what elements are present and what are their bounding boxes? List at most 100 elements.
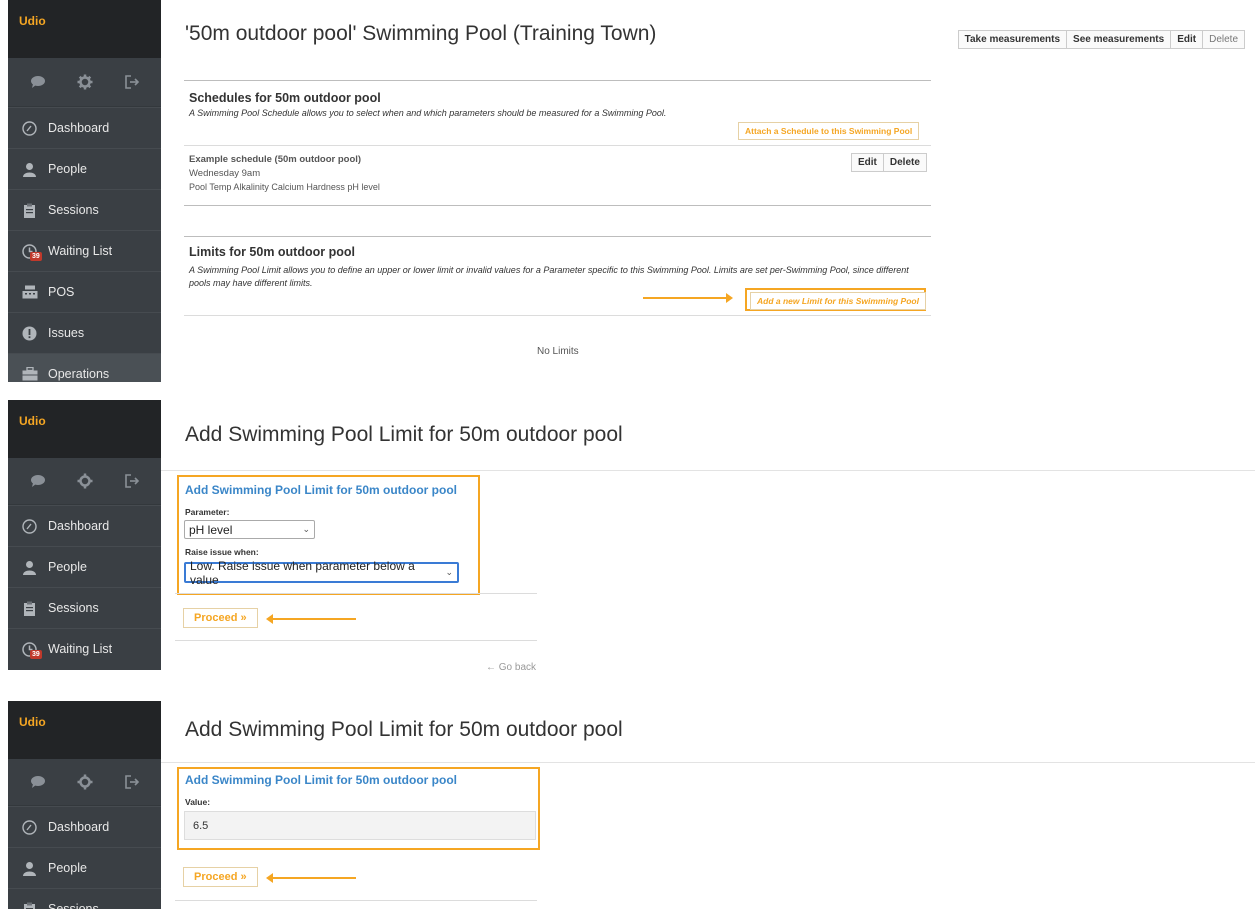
form-title: Add Swimming Pool Limit for 50m outdoor …	[185, 483, 457, 497]
chat-icon[interactable]	[28, 72, 48, 92]
sidebar-item-people[interactable]: People	[8, 546, 161, 587]
waiting-list-badge: 39	[30, 251, 42, 261]
sidebar-item-label: People	[48, 560, 87, 574]
main-content: Add Swimming Pool Limit for 50m outdoor …	[161, 400, 1255, 670]
schedule-params: Pool Temp Alkalinity Calcium Hardness pH…	[189, 182, 380, 192]
proceed-button[interactable]: Proceed »	[183, 867, 258, 887]
divider	[175, 593, 537, 594]
person-icon	[21, 161, 38, 178]
value-label: Value:	[185, 797, 211, 807]
delete-schedule-button[interactable]: Delete	[883, 153, 927, 172]
divider	[184, 205, 931, 206]
waiting-list-badge: 39	[30, 649, 42, 659]
gear-icon[interactable]	[75, 471, 95, 491]
schedule-when: Wednesday 9am	[189, 168, 261, 179]
see-measurements-button[interactable]: See measurements	[1067, 30, 1172, 49]
divider	[184, 80, 931, 81]
pool-actions: Take measurements See measurements Edit …	[957, 30, 1245, 49]
brand-logo[interactable]: Udio	[8, 701, 161, 759]
panel-add-limit-step1: Udio Dashboard People Sessions 39 Waiting…	[0, 400, 1255, 670]
sidebar-item-waiting-list[interactable]: 39 Waiting List	[8, 230, 161, 271]
annotation-arrow	[643, 293, 733, 303]
page-title: '50m outdoor pool' Swimming Pool (Traini…	[185, 22, 657, 45]
sidebar-top-icons	[8, 58, 161, 107]
logout-icon[interactable]	[122, 72, 142, 92]
divider	[175, 640, 537, 641]
sidebar-item-dashboard[interactable]: Dashboard	[8, 806, 161, 847]
logout-icon[interactable]	[122, 471, 142, 491]
attach-schedule-button[interactable]: Attach a Schedule to this Swimming Pool	[738, 122, 920, 140]
raise-issue-selected-value: Low. Raise issue when parameter below a …	[190, 558, 415, 587]
edit-pool-button[interactable]: Edit	[1171, 30, 1204, 49]
brand-text: Udio	[19, 715, 46, 729]
main-content: Add Swimming Pool Limit for 50m outdoor …	[161, 701, 1255, 909]
sidebar-item-operations[interactable]: Operations	[8, 353, 161, 382]
sidebar-item-dashboard[interactable]: Dashboard	[8, 505, 161, 546]
schedule-name[interactable]: Example schedule (50m outdoor pool)	[189, 154, 361, 165]
sidebar: Udio Dashboard People Sessions 39 Waiting…	[8, 0, 161, 382]
sidebar-item-sessions[interactable]: Sessions	[8, 888, 161, 909]
sidebar-item-label: Sessions	[48, 902, 99, 909]
sidebar-item-pos[interactable]: POS	[8, 271, 161, 312]
main-content: '50m outdoor pool' Swimming Pool (Traini…	[161, 0, 1255, 382]
sidebar-item-label: Dashboard	[48, 121, 110, 135]
delete-pool-button[interactable]: Delete	[1203, 30, 1245, 49]
sidebar-top-icons	[8, 458, 161, 505]
divider	[184, 145, 931, 146]
clipboard-icon	[21, 600, 38, 617]
chevron-down-icon: ⌄	[445, 567, 453, 577]
alert-icon	[21, 325, 38, 342]
sidebar-item-issues[interactable]: Issues	[8, 312, 161, 353]
clipboard-icon	[21, 202, 38, 219]
sidebar-item-waiting-list[interactable]: 39 Waiting List	[8, 628, 161, 669]
header-divider	[161, 762, 1255, 763]
parameter-selected-value: pH level	[189, 522, 233, 537]
schedules-description: A Swimming Pool Schedule allows you to s…	[189, 108, 667, 118]
sidebar-item-label: Operations	[48, 367, 110, 381]
sidebar-item-label: Waiting List	[48, 244, 113, 258]
person-icon	[21, 860, 38, 877]
gear-icon[interactable]	[75, 772, 95, 792]
schedule-actions: Edit Delete	[851, 153, 927, 172]
raise-issue-select[interactable]: Low. Raise issue when parameter below a …	[184, 559, 459, 587]
limits-description: A Swimming Pool Limit allows you to defi…	[189, 265, 909, 288]
edit-schedule-button[interactable]: Edit	[851, 153, 884, 172]
annotation-arrow	[266, 614, 356, 624]
parameter-select[interactable]: pH level ⌄	[184, 520, 315, 539]
logout-icon[interactable]	[122, 772, 142, 792]
go-back-link[interactable]: ← Go back	[486, 662, 536, 670]
sidebar-top-icons	[8, 759, 161, 806]
clock-icon: 39	[21, 243, 42, 261]
sidebar-item-sessions[interactable]: Sessions	[8, 587, 161, 628]
proceed-button[interactable]: Proceed »	[183, 608, 258, 628]
brand-logo[interactable]: Udio	[8, 0, 161, 58]
value-input[interactable]: 6.5	[184, 811, 536, 840]
sidebar: Udio Dashboard People Sessions 39 Waiting…	[8, 400, 161, 670]
person-icon	[21, 559, 38, 576]
chevron-down-icon: ⌄	[302, 524, 310, 534]
sidebar-item-label: People	[48, 861, 87, 875]
divider	[175, 900, 537, 901]
gear-icon[interactable]	[75, 72, 95, 92]
sidebar-item-people[interactable]: People	[8, 148, 161, 189]
sidebar: Udio Dashboard People Sessions	[8, 701, 161, 909]
take-measurements-button[interactable]: Take measurements	[957, 30, 1068, 49]
dashboard-icon	[21, 120, 38, 137]
chat-icon[interactable]	[28, 471, 48, 491]
dashboard-icon	[21, 518, 38, 535]
add-limit-button[interactable]: Add a new Limit for this Swimming Pool	[750, 292, 926, 310]
divider	[184, 236, 931, 237]
clock-icon: 39	[21, 641, 42, 659]
page-title: Add Swimming Pool Limit for 50m outdoor …	[185, 423, 623, 446]
chat-icon[interactable]	[28, 772, 48, 792]
dashboard-icon	[21, 819, 38, 836]
clipboard-icon	[21, 901, 38, 909]
form-title: Add Swimming Pool Limit for 50m outdoor …	[185, 773, 457, 787]
brand-logo[interactable]: Udio	[8, 400, 161, 458]
brand-text: Udio	[19, 14, 46, 28]
sidebar-item-dashboard[interactable]: Dashboard	[8, 107, 161, 148]
sidebar-item-people[interactable]: People	[8, 847, 161, 888]
value-input-text: 6.5	[193, 819, 209, 832]
sidebar-item-sessions[interactable]: Sessions	[8, 189, 161, 230]
sidebar-item-label: Sessions	[48, 601, 99, 615]
